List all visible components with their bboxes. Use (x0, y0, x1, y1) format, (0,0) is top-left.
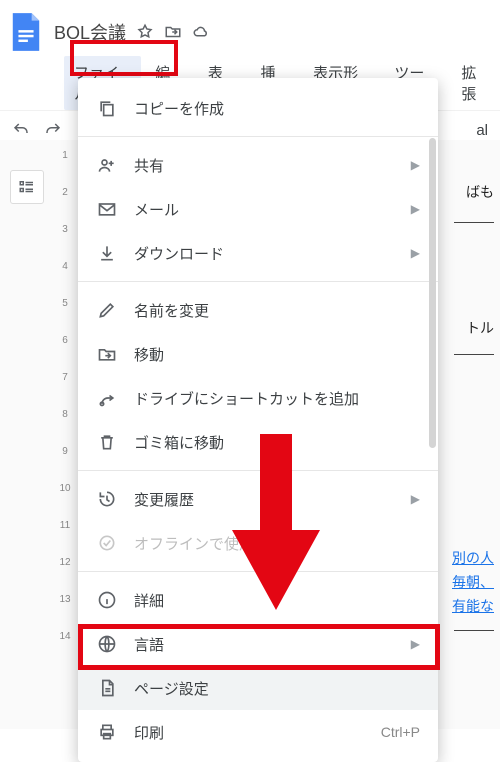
chevron-right-icon: ▶ (411, 158, 420, 172)
menuitem-label: 詳細 (134, 590, 164, 611)
vruler-tick: 12 (59, 557, 70, 568)
doc-link-fragment[interactable]: 毎朝、 (452, 574, 494, 590)
doc-divider (454, 630, 494, 631)
download-icon (96, 242, 118, 264)
vruler-tick: 4 (62, 261, 68, 272)
menu-separator (78, 136, 438, 137)
shortcut-icon (96, 387, 118, 409)
undo-icon[interactable] (12, 121, 30, 139)
vruler-tick: 13 (59, 594, 70, 605)
trash-icon (96, 431, 118, 453)
vruler-tick: 1 (62, 150, 68, 161)
menuitem-shortcut: Ctrl+P (381, 724, 420, 740)
titlebar: BOL会議 (0, 0, 500, 56)
menuitem-move[interactable]: 移動 (78, 332, 438, 376)
docs-logo-icon[interactable] (8, 8, 44, 56)
menuitem-rename[interactable]: 名前を変更 (78, 288, 438, 332)
vruler-tick: 7 (62, 372, 68, 383)
doc-title[interactable]: BOL会議 (54, 19, 126, 45)
chevron-right-icon: ▶ (411, 492, 420, 506)
move-folder-icon[interactable] (164, 23, 182, 41)
star-icon[interactable] (136, 23, 154, 41)
toolbar-right-text: al (476, 122, 488, 139)
menuitem-print[interactable]: 印刷 Ctrl+P (78, 710, 438, 754)
vruler-tick: 3 (62, 224, 68, 235)
info-icon (96, 589, 118, 611)
menuitem-history[interactable]: 変更履歴 ▶ (78, 477, 438, 521)
chevron-right-icon: ▶ (411, 202, 420, 216)
history-icon (96, 488, 118, 510)
menu-extensions[interactable]: 拡張 (451, 56, 500, 110)
vruler-tick: 5 (62, 298, 68, 309)
vruler-tick: 11 (60, 520, 70, 531)
redo-icon[interactable] (44, 121, 62, 139)
doc-divider (454, 354, 494, 355)
menuitem-label: 印刷 (134, 722, 164, 743)
file-menu-dropdown: コピーを作成 共有 ▶ メール ▶ ダウンロード ▶ 名前を変更 移動 ドライブ… (78, 78, 438, 762)
language-icon (96, 633, 118, 655)
vruler-tick: 8 (62, 409, 68, 420)
menuitem-email[interactable]: メール ▶ (78, 187, 438, 231)
menuitem-label: 共有 (134, 155, 164, 176)
menuitem-label: ページ設定 (134, 678, 209, 699)
ruler-left: 1 2 3 4 5 6 7 8 9 10 11 12 13 14 (54, 140, 76, 729)
menuitem-label: ゴミ箱に移動 (134, 432, 224, 453)
menuitem-share[interactable]: 共有 ▶ (78, 143, 438, 187)
doc-link-fragment[interactable]: 有能な (452, 598, 494, 614)
vruler-tick: 14 (59, 631, 70, 642)
doc-link-fragment[interactable]: 別の人 (452, 550, 494, 566)
vruler-tick: 6 (62, 335, 68, 346)
offline-icon (96, 532, 118, 554)
vruler-tick: 10 (59, 483, 70, 494)
scrollbar-thumb[interactable] (429, 138, 436, 448)
menuitem-label: オフラインで使用可 (134, 533, 269, 554)
doc-divider (454, 222, 494, 223)
menu-separator (78, 571, 438, 572)
page-setup-icon (96, 677, 118, 699)
menuitem-label: 名前を変更 (134, 300, 209, 321)
email-icon (96, 198, 118, 220)
menuitem-label: 言語 (134, 634, 164, 655)
menuitem-label: 移動 (134, 344, 164, 365)
menuitem-trash[interactable]: ゴミ箱に移動 (78, 420, 438, 464)
print-icon (96, 721, 118, 743)
menuitem-label: 変更履歴 (134, 489, 194, 510)
vruler-tick: 9 (62, 446, 68, 457)
move-icon (96, 343, 118, 365)
share-icon (96, 154, 118, 176)
menuitem-add-shortcut[interactable]: ドライブにショートカットを追加 (78, 376, 438, 420)
chevron-right-icon: ▶ (411, 246, 420, 260)
menuitem-details[interactable]: 詳細 (78, 578, 438, 622)
chevron-right-icon: ▶ (411, 637, 420, 651)
menuitem-label: メール (134, 199, 179, 220)
doc-text-fragment: トル (466, 320, 494, 336)
menuitem-language[interactable]: 言語 ▶ (78, 622, 438, 666)
menuitem-page-setup[interactable]: ページ設定 (78, 666, 438, 710)
menuitem-download[interactable]: ダウンロード ▶ (78, 231, 438, 275)
rename-icon (96, 299, 118, 321)
menuitem-make-copy[interactable]: コピーを作成 (78, 86, 438, 130)
doc-text-fragment: ばも (466, 184, 494, 200)
menu-separator (78, 470, 438, 471)
menuitem-offline: オフラインで使用可 (78, 521, 438, 565)
menuitem-label: ドライブにショートカットを追加 (134, 388, 359, 409)
cloud-status-icon[interactable] (192, 23, 210, 41)
outline-toggle-icon[interactable] (10, 170, 44, 204)
menuitem-label: ダウンロード (134, 243, 224, 264)
menuitem-label: コピーを作成 (134, 98, 224, 119)
vruler-tick: 2 (62, 187, 68, 198)
copy-icon (96, 97, 118, 119)
menu-separator (78, 281, 438, 282)
dropdown-scrollbar[interactable] (429, 86, 436, 754)
